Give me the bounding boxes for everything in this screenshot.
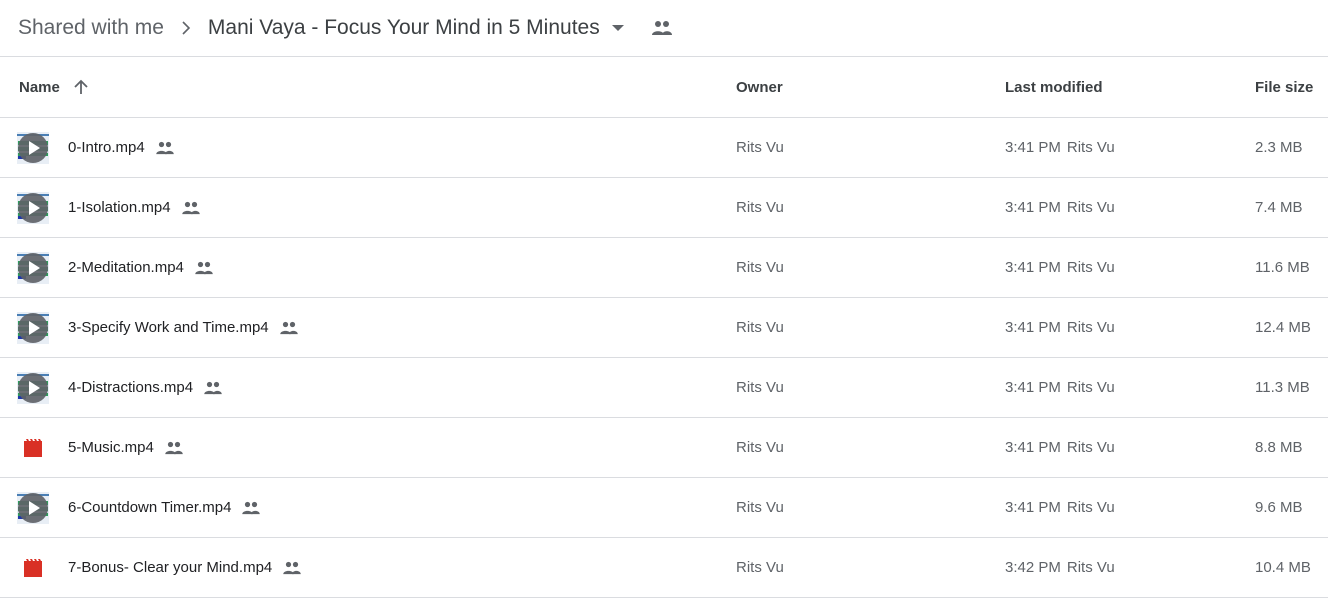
people-icon [181,201,201,215]
video-file-icon [17,552,49,584]
breadcrumb-shared-with-me[interactable]: Shared with me [18,16,164,40]
file-size: 11.3 MB [1255,379,1310,396]
modified-time: 3:41 PM [1005,139,1061,156]
file-name[interactable]: 0-Intro.mp4 [68,139,145,156]
file-owner: Rits Vu [736,559,784,576]
modified-time: 3:41 PM [1005,259,1061,276]
file-last-modified: 3:42 PM Rits Vu [1005,538,1115,597]
file-last-modified: 3:41 PM Rits Vu [1005,118,1115,177]
video-file-icon [17,432,49,464]
video-thumbnail-icon [17,372,49,404]
file-owner: Rits Vu [736,379,784,396]
file-size: 7.4 MB [1255,199,1303,216]
table-row[interactable]: 4-Distractions.mp4 Rits Vu 3:41 PM Rits … [0,358,1328,418]
people-icon [203,381,223,395]
video-thumbnail-icon [17,252,49,284]
people-icon [241,501,261,515]
column-header-last-modified[interactable]: Last modified [1005,57,1103,117]
modified-by: Rits Vu [1066,319,1115,336]
file-last-modified: 3:41 PM Rits Vu [1005,358,1115,417]
modified-by: Rits Vu [1066,139,1115,156]
video-thumbnail-icon [17,312,49,344]
file-name[interactable]: 3-Specify Work and Time.mp4 [68,319,269,336]
file-size: 11.6 MB [1255,259,1310,276]
breadcrumb-current-folder[interactable]: Mani Vaya - Focus Your Mind in 5 Minutes [208,16,600,40]
video-thumbnail-icon [17,192,49,224]
file-size: 2.3 MB [1255,139,1303,156]
modified-by: Rits Vu [1066,559,1115,576]
file-last-modified: 3:41 PM Rits Vu [1005,478,1115,537]
people-icon [282,561,302,575]
file-name[interactable]: 2-Meditation.mp4 [68,259,184,276]
video-thumbnail-icon [17,492,49,524]
table-row[interactable]: 1-Isolation.mp4 Rits Vu 3:41 PM Rits Vu … [0,178,1328,238]
table-row[interactable]: 7-Bonus- Clear your Mind.mp4 Rits Vu 3:4… [0,538,1328,598]
file-last-modified: 3:41 PM Rits Vu [1005,418,1115,477]
column-header-owner[interactable]: Owner [736,57,783,117]
people-icon [194,261,214,275]
file-name[interactable]: 1-Isolation.mp4 [68,199,171,216]
modified-time: 3:41 PM [1005,499,1061,516]
modified-time: 3:41 PM [1005,439,1061,456]
caret-down-icon[interactable] [611,25,624,31]
table-header: Name Owner Last modified File size [0,57,1328,118]
file-table: Name Owner Last modified File size 0-Int… [0,57,1328,598]
file-owner: Rits Vu [736,259,784,276]
file-last-modified: 3:41 PM Rits Vu [1005,238,1115,297]
file-name[interactable]: 6-Countdown Timer.mp4 [68,499,231,516]
people-icon [651,20,673,36]
modified-time: 3:41 PM [1005,199,1061,216]
file-last-modified: 3:41 PM Rits Vu [1005,178,1115,237]
table-row[interactable]: 2-Meditation.mp4 Rits Vu 3:41 PM Rits Vu… [0,238,1328,298]
modified-time: 3:42 PM [1005,559,1061,576]
file-name[interactable]: 5-Music.mp4 [68,439,154,456]
modified-time: 3:41 PM [1005,379,1061,396]
file-size: 12.4 MB [1255,319,1311,336]
file-owner: Rits Vu [736,139,784,156]
file-last-modified: 3:41 PM Rits Vu [1005,298,1115,357]
people-icon [155,141,175,155]
people-icon [279,321,299,335]
table-row[interactable]: 5-Music.mp4 Rits Vu 3:41 PM Rits Vu 8.8 … [0,418,1328,478]
file-size: 9.6 MB [1255,499,1303,516]
modified-by: Rits Vu [1066,499,1115,516]
table-row[interactable]: 6-Countdown Timer.mp4 Rits Vu 3:41 PM Ri… [0,478,1328,538]
column-header-name-label: Name [19,78,60,96]
video-thumbnail-icon [17,132,49,164]
table-row[interactable]: 3-Specify Work and Time.mp4 Rits Vu 3:41… [0,298,1328,358]
modified-by: Rits Vu [1066,199,1115,216]
chevron-right-icon [164,20,208,36]
table-row[interactable]: 0-Intro.mp4 Rits Vu 3:41 PM Rits Vu 2.3 … [0,118,1328,178]
file-name[interactable]: 4-Distractions.mp4 [68,379,193,396]
column-header-name[interactable]: Name [19,57,89,117]
file-owner: Rits Vu [736,499,784,516]
breadcrumb-bar: Shared with me Mani Vaya - Focus Your Mi… [0,0,1328,57]
file-size: 10.4 MB [1255,559,1311,576]
column-header-file-size[interactable]: File size [1255,57,1313,117]
file-size: 8.8 MB [1255,439,1303,456]
modified-by: Rits Vu [1066,259,1115,276]
modified-by: Rits Vu [1066,439,1115,456]
modified-time: 3:41 PM [1005,319,1061,336]
arrow-up-icon[interactable] [73,79,89,95]
modified-by: Rits Vu [1066,379,1115,396]
people-icon [164,441,184,455]
file-owner: Rits Vu [736,199,784,216]
file-name[interactable]: 7-Bonus- Clear your Mind.mp4 [68,559,272,576]
file-owner: Rits Vu [736,439,784,456]
file-owner: Rits Vu [736,319,784,336]
